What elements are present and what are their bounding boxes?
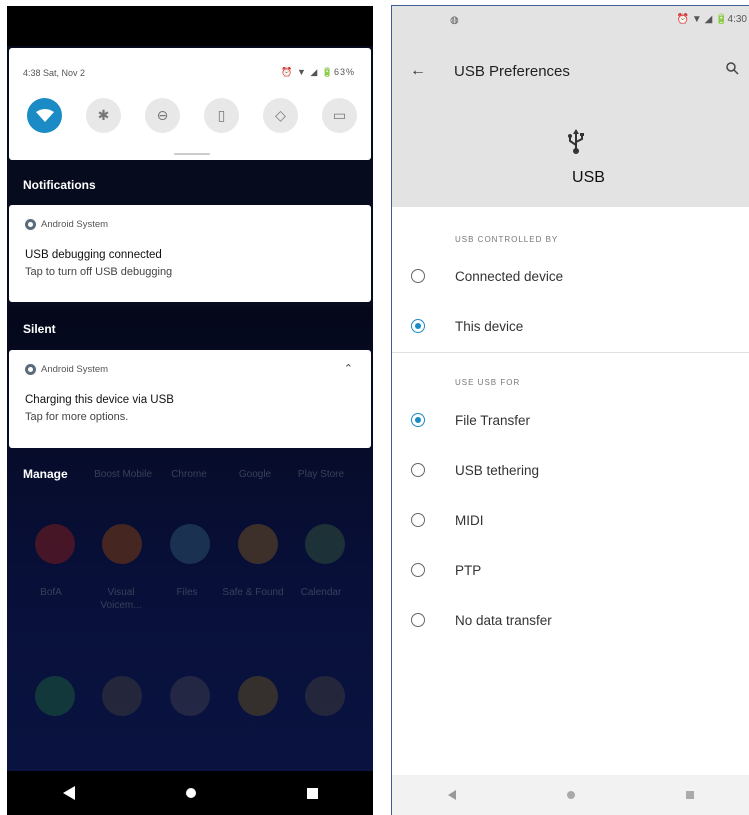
android-system-icon	[25, 219, 36, 230]
option-midi[interactable]: MIDI	[392, 501, 749, 541]
back-icon[interactable]	[62, 786, 75, 800]
qs-drag-handle[interactable]	[174, 153, 210, 155]
gallery-app-icon[interactable]	[169, 676, 210, 716]
quick-settings-panel: 4:38 Sat, Nov 2 ⏰ ▼ ◢ 🔋63% ✱ ⊖ ▯ ◇ ▭	[9, 48, 371, 160]
silent-header: Silent	[23, 322, 56, 336]
usb-debugging-notification[interactable]: Android System USB debugging connected T…	[9, 205, 371, 302]
radio-icon[interactable]	[411, 463, 425, 477]
back-arrow-icon[interactable]: ←	[410, 62, 426, 80]
qs-time-date: 4:38 Sat, Nov 2	[23, 68, 86, 78]
option-ptp[interactable]: PTP	[392, 551, 749, 591]
app-bar: ◍ ⏰ ▼ ◢ 🔋4:30 ← USB Preferences USB	[392, 6, 749, 207]
usb-icon	[567, 129, 585, 160]
dnd-tile-icon[interactable]: ⊖	[145, 98, 180, 133]
notif-subtitle: Tap to turn off USB debugging	[25, 266, 173, 278]
option-label: PTP	[455, 563, 482, 578]
radio-icon[interactable]	[411, 613, 425, 627]
messages-app-icon[interactable]	[102, 676, 143, 716]
chevron-up-icon[interactable]: ⌃	[344, 362, 353, 375]
android-system-icon	[25, 364, 36, 375]
app-label: Google	[238, 469, 272, 480]
option-usb-tethering[interactable]: USB tethering	[392, 451, 749, 491]
notif-title: USB debugging connected	[25, 249, 162, 261]
status-bar	[7, 6, 373, 46]
usb-title: USB	[572, 169, 605, 186]
notif-subtitle: Tap for more options.	[25, 411, 129, 423]
usb-preferences-screen: ◍ ⏰ ▼ ◢ 🔋4:30 ← USB Preferences USB USB …	[391, 5, 749, 815]
safe-found-app-icon[interactable]	[237, 524, 278, 564]
calendar-app-icon[interactable]	[305, 524, 346, 564]
app-label: Files	[176, 587, 198, 598]
status-icons: ⏰ ▼ ◢ 🔋4:30	[676, 14, 747, 25]
radio-checked-icon[interactable]	[411, 413, 425, 427]
photos-app-icon[interactable]	[237, 676, 278, 716]
wifi-tile-icon[interactable]	[27, 98, 62, 133]
option-this-device[interactable]: This device	[392, 307, 749, 347]
notification-shade-screen: 4:38 Sat, Nov 2 ⏰ ▼ ◢ 🔋63% ✱ ⊖ ▯ ◇ ▭ Not…	[7, 6, 373, 815]
app-label: Chrome	[171, 469, 207, 480]
recents-icon[interactable]	[306, 787, 318, 799]
app-row-1	[7, 524, 373, 564]
app-label: Play Store	[297, 469, 345, 480]
auto-rotate-tile-icon[interactable]: ◇	[263, 98, 298, 133]
qs-status-icons: ⏰ ▼ ◢ 🔋63%	[281, 67, 355, 77]
option-label: MIDI	[455, 513, 484, 528]
status-time: 4:30	[727, 14, 747, 25]
section-usb-controlled-by: USB CONTROLLED BY	[455, 235, 559, 244]
notifications-header: Notifications	[23, 178, 96, 192]
search-icon[interactable]	[726, 62, 739, 80]
bluetooth-tile-icon[interactable]: ✱	[86, 98, 121, 133]
bofa-app-icon[interactable]	[34, 524, 75, 564]
section-use-usb-for: USE USB FOR	[455, 378, 521, 387]
notif-app-name: Android System	[41, 364, 109, 375]
notif-title: Charging this device via USB	[25, 394, 174, 406]
radio-icon[interactable]	[411, 563, 425, 577]
option-label: File Transfer	[455, 413, 531, 428]
app-label: Safe & Found	[222, 587, 284, 598]
battery-saver-tile-icon[interactable]: ▭	[322, 98, 357, 133]
option-no-data-transfer[interactable]: No data transfer	[392, 601, 749, 641]
navigation-bar	[392, 775, 749, 815]
phone-app-icon[interactable]	[34, 676, 75, 716]
option-connected-device[interactable]: Connected device	[392, 257, 749, 297]
home-icon[interactable]	[185, 788, 196, 798]
usb-charging-notification[interactable]: Android System ⌃ Charging this device vi…	[9, 350, 371, 448]
back-icon[interactable]	[447, 790, 456, 800]
option-label: Connected device	[455, 269, 564, 284]
flashlight-tile-icon[interactable]: ▯	[204, 98, 239, 133]
section-divider	[392, 352, 749, 353]
app-label: BofA	[40, 587, 62, 598]
navigation-bar	[7, 771, 373, 815]
radio-checked-icon[interactable]	[411, 319, 425, 333]
notif-app-name: Android System	[41, 219, 109, 230]
radio-icon[interactable]	[411, 269, 425, 283]
app-label: Calendar	[300, 587, 342, 598]
option-label: No data transfer	[455, 613, 552, 628]
camera-app-icon[interactable]	[305, 676, 346, 716]
app-label: Boost Mobile	[94, 469, 152, 480]
notification-g-icon: ◍	[450, 15, 459, 26]
app-dock	[7, 676, 373, 716]
option-file-transfer[interactable]: File Transfer	[392, 401, 749, 441]
voicemail-app-icon[interactable]	[102, 524, 143, 564]
option-label: This device	[455, 319, 524, 334]
files-app-icon[interactable]	[169, 524, 210, 564]
recents-icon[interactable]	[685, 791, 694, 799]
page-title: USB Preferences	[454, 63, 570, 80]
app-label: Visual Voicem...	[100, 587, 142, 611]
manage-button[interactable]: Manage	[23, 467, 68, 481]
status-bar: ◍ ⏰ ▼ ◢ 🔋4:30	[392, 6, 749, 36]
option-label: USB tethering	[455, 463, 540, 478]
radio-icon[interactable]	[411, 513, 425, 527]
home-icon[interactable]	[566, 791, 575, 799]
